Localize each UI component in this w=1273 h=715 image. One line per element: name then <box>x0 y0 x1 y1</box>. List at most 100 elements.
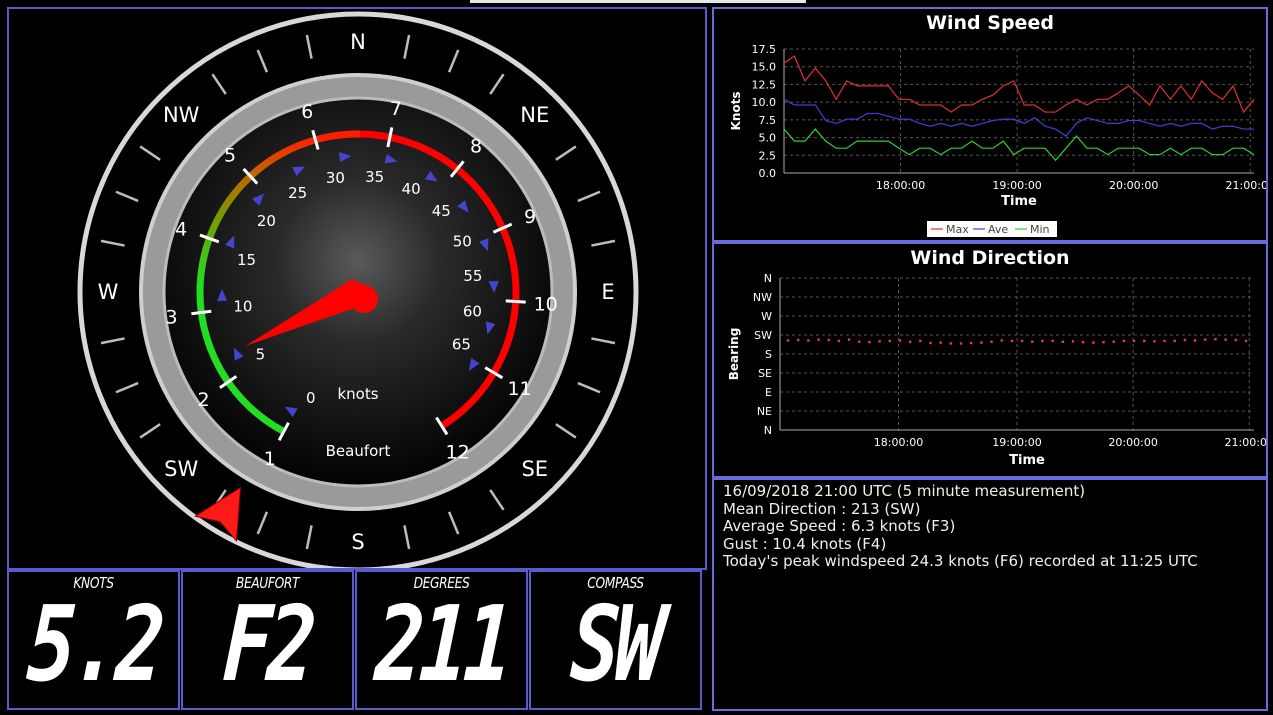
info-line-mean-direction: Mean Direction : 213 (SW) <box>723 499 921 518</box>
bearing-point <box>980 341 983 344</box>
y-tick-label: E <box>765 386 772 399</box>
scale-label: Beaufort <box>326 442 391 460</box>
knot-label: 25 <box>288 184 307 202</box>
bearing-point <box>949 342 953 345</box>
window-top-bar <box>470 0 806 3</box>
compass-label: W <box>98 280 119 304</box>
compass-tick <box>403 34 411 59</box>
y-tick-label: 15.0 <box>752 61 777 74</box>
bearing-point <box>1102 340 1105 344</box>
bearing-point <box>1214 338 1217 341</box>
y-tick-label: NW <box>753 291 772 304</box>
bearing-point <box>817 338 820 341</box>
units-label: knots <box>337 385 378 403</box>
compass-label: SE <box>521 457 548 481</box>
beaufort-label: 8 <box>470 136 482 158</box>
knot-label: 60 <box>463 302 482 320</box>
info-line-gust: Gust : 10.4 knots (F4) <box>723 534 887 553</box>
bearing-point <box>878 340 881 343</box>
y-tick-label: W <box>761 310 772 323</box>
bearing-point <box>786 339 790 342</box>
bearing-point <box>1112 340 1115 343</box>
compass-tick <box>577 381 601 394</box>
bearing-point <box>1041 339 1044 343</box>
x-tick-label: 19:00:00 <box>992 436 1041 449</box>
compass-label: N <box>350 30 366 54</box>
beaufort-label: 2 <box>197 389 209 411</box>
readout-value: F2 <box>220 583 316 705</box>
knot-label: 0 <box>306 389 316 407</box>
bearing-point <box>868 340 871 344</box>
beaufort-label: 12 <box>446 441 470 463</box>
compass-tick <box>139 423 161 439</box>
bearing-point <box>1051 339 1054 343</box>
beaufort-tick <box>505 299 526 304</box>
bearing-point <box>1204 338 1207 341</box>
beaufort-label: 7 <box>390 98 402 120</box>
bearing-point <box>898 339 902 342</box>
compass-tick <box>256 511 269 535</box>
legend-label: Ave <box>988 223 1008 236</box>
compass-tick <box>100 337 125 345</box>
bearing-point <box>837 339 841 343</box>
bearing-point <box>1010 339 1014 343</box>
bearing-point <box>847 338 851 341</box>
wind-direction-chart: N NE E SE S SW W NW N 18:00:00 19:00:00 20:00:00 21:… <box>727 272 1266 468</box>
beaufort-label: 5 <box>224 144 236 166</box>
knot-label: 5 <box>256 346 266 364</box>
bearing-point <box>1193 339 1197 342</box>
knot-label: 35 <box>365 168 384 186</box>
compass-tick <box>555 423 577 439</box>
x-axis-label: Time <box>1001 194 1037 209</box>
needle-hub <box>350 285 378 313</box>
y-tick-label: 7.5 <box>759 114 777 127</box>
bearing-point <box>908 340 912 343</box>
x-tick-label: 19:00:00 <box>992 179 1041 192</box>
y-axis-label: Bearing <box>727 328 741 381</box>
compass-tick <box>591 239 616 247</box>
info-line-timestamp: 16/09/2018 21:00 UTC (5 minute measureme… <box>723 482 1086 500</box>
x-tick-label: 21:00:00 <box>1225 436 1266 449</box>
bearing-point <box>939 341 942 344</box>
y-tick-label: 2.5 <box>759 149 777 162</box>
bearing-point <box>959 342 963 345</box>
bearing-point <box>1244 339 1248 343</box>
y-tick-label: SW <box>754 329 772 342</box>
bearing-point <box>1000 339 1003 342</box>
bearing-point <box>990 340 993 343</box>
bearing-point <box>1092 341 1095 344</box>
readout-degrees: DEGREES 211 <box>355 570 528 710</box>
wind-speed-chart-panel: Wind Speed 0.0 2.5 5.0 7.5 10.0 12.5 15.0 17.5 1… <box>712 7 1268 242</box>
y-tick-label: 12.5 <box>752 78 777 91</box>
x-tick-label: 20:00:00 <box>1109 179 1158 192</box>
knot-label: 30 <box>326 169 345 187</box>
compass-tick <box>591 337 616 345</box>
bearing-point <box>1122 339 1126 343</box>
y-tick-label: 10.0 <box>752 96 777 109</box>
bearing-point <box>796 338 800 342</box>
compass-tick <box>139 145 161 161</box>
compass-tick <box>447 49 460 73</box>
y-tick-label: 0.0 <box>759 167 777 180</box>
compass-label: NW <box>163 103 200 127</box>
direction-pointer-icon <box>193 486 242 543</box>
direction-arrow <box>193 486 242 543</box>
series-line-ave <box>783 98 1254 137</box>
bearing-point <box>1081 340 1085 344</box>
compass-tick <box>211 73 227 95</box>
beaufort-label: 6 <box>301 101 313 123</box>
knot-label: 50 <box>453 232 472 250</box>
y-tick-label: SE <box>758 367 772 380</box>
knot-label: 40 <box>402 180 421 198</box>
x-tick-label: 20:00:00 <box>1108 436 1157 449</box>
wind-speed-chart: 0.0 2.5 5.0 7.5 10.0 12.5 15.0 17.5 18:00:00 19:0… <box>729 43 1266 237</box>
compass-tick <box>115 381 139 394</box>
bearing-point <box>1183 338 1187 342</box>
bearing-point <box>929 341 932 345</box>
compass-tick <box>555 145 577 161</box>
compass-tick <box>447 511 460 535</box>
legend-label: Max <box>946 223 969 236</box>
measurement-info-panel: 16/09/2018 21:00 UTC (5 minute measureme… <box>712 478 1268 711</box>
readout-value: 5.2 <box>24 583 164 705</box>
wind-gauge: NNEESESSWWNW 123456 789101112 05101520253… <box>77 11 639 573</box>
